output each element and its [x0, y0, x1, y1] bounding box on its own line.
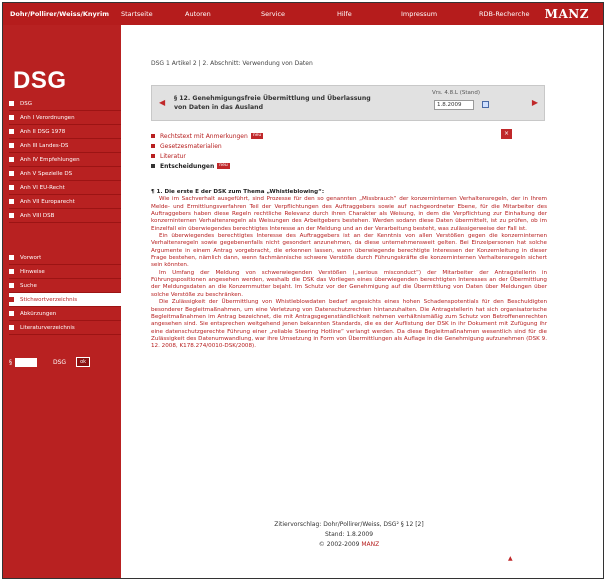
text-paragraph: Wie im Sachverhalt ausgeführt, sind Proz… [151, 196, 547, 232]
bullet-icon [9, 283, 14, 288]
paragraph-search: § DSG ok [9, 355, 117, 369]
bullet-icon [151, 144, 155, 148]
version-date-field[interactable]: 1.8.2009 [434, 100, 474, 110]
bullet-icon [9, 199, 14, 204]
sidebar-item-vorwort[interactable]: Vorwort [9, 251, 121, 265]
sidebar-item-anh-4[interactable]: Anh IV Empfehlungen [9, 153, 121, 167]
close-icon[interactable]: × [501, 129, 512, 139]
nav-hilfe[interactable]: Hilfe [337, 10, 352, 18]
link-entscheidungen[interactable]: Entscheidungen neu [151, 161, 263, 171]
citation-suggestion: Zitiervorschlag: Dohr/Pollirer/Weiss, DS… [274, 521, 424, 528]
link-gesetzesmaterialien[interactable]: Gesetzesmaterialien [151, 141, 263, 151]
new-badge: neu [217, 163, 230, 169]
sidebar-item-hinweise[interactable]: Hinweise [9, 265, 121, 279]
sidebar-item-anh-7[interactable]: Anh VII Europarecht [9, 195, 121, 209]
sidebar-title: DSG [13, 67, 67, 94]
bullet-icon [9, 311, 14, 316]
sidebar-item-anh-8[interactable]: Anh VIII DSB [9, 209, 121, 223]
sidebar-item-abkuerzungen[interactable]: Abkürzungen [9, 307, 121, 321]
paragraph-input[interactable] [15, 357, 37, 367]
sidebar-item-literaturverzeichnis[interactable]: Literaturverzeichnis [9, 321, 121, 335]
stand-date: Stand: 1.8.2009 [324, 531, 374, 538]
bullet-icon [9, 269, 14, 274]
paragraph-title: § 12. Genehmigungsfreie Übermittlung und… [174, 95, 371, 111]
bullet-icon [151, 134, 155, 138]
bullet-icon [9, 325, 14, 330]
bullet-icon [9, 213, 14, 218]
next-paragraph-icon[interactable]: ▶ [532, 98, 538, 107]
sidebar-item-anh-6[interactable]: Anh VI EU-Recht [9, 181, 121, 195]
bullet-icon [9, 143, 14, 148]
sidebar-item-anh-1[interactable]: Anh I Verordnungen [9, 111, 121, 125]
sidebar-item-anh-5[interactable]: Anh V Spezielle DS [9, 167, 121, 181]
top-navigation: Dohr/Pollirer/Weiss/Knyrim Startseite Au… [3, 3, 603, 25]
link-rechtstext[interactable]: Rechtstext mit Anmerkungen neu [151, 131, 264, 141]
nav-service[interactable]: Service [261, 10, 285, 18]
nav-autoren[interactable]: Autoren [185, 10, 211, 18]
calendar-icon[interactable] [482, 101, 489, 108]
section-links: Rechtstext mit Anmerkungen neu Gesetzesma… [151, 131, 264, 171]
version-label[interactable]: Vrs. 4.8.L (Stand) [432, 90, 480, 96]
copyright: © 2002-2009 MANZ [318, 541, 380, 548]
previous-paragraph-icon[interactable]: ◀ [159, 98, 165, 107]
bullet-icon [9, 101, 14, 106]
sidebar-menu-bottom: Vorwort Hinweise Suche Stichwortverzeich… [9, 251, 121, 335]
publisher-link[interactable]: MANZ [361, 541, 379, 548]
decision-text: ¶ 1. Die erste E der DSK zum Thema „Whis… [151, 189, 547, 351]
bullet-icon [9, 157, 14, 162]
bullet-icon [151, 164, 155, 168]
sidebar: DSG DSG Anh I Verordnungen Anh II DSG 19… [3, 25, 121, 578]
link-literatur[interactable]: Literatur [151, 151, 263, 161]
sidebar-item-anh-2[interactable]: Anh II DSG 1978 [9, 125, 121, 139]
search-law-label: DSG [53, 358, 67, 366]
nav-rdb-recherche[interactable]: RDB-Recherche [479, 10, 529, 18]
paragraph-header: ◀ § 12. Genehmigungsfreie Übermittlung u… [151, 85, 545, 121]
sidebar-menu-top: DSG Anh I Verordnungen Anh II DSG 1978 A… [9, 97, 121, 223]
bullet-icon [9, 255, 14, 260]
manz-logo[interactable]: MANZ [545, 7, 589, 21]
breadcrumb: DSG 1 Artikel 2 | 2. Abschnitt: Verwendu… [151, 60, 313, 67]
nav-startseite[interactable]: Startseite [121, 10, 153, 18]
search-go-button[interactable]: ok [76, 357, 91, 367]
up-arrow-icon[interactable]: ▲ [508, 555, 513, 562]
nav-impressum[interactable]: Impressum [401, 10, 437, 18]
bullet-icon [9, 129, 14, 134]
bullet-icon [151, 154, 155, 158]
bullet-icon [9, 297, 14, 302]
text-paragraph: Die Zulässigkeit der Übermittlung von Wh… [151, 299, 547, 350]
bullet-icon [9, 185, 14, 190]
text-paragraph: Ein überwiegendes berechtigtes Interesse… [151, 233, 547, 269]
bullet-icon [9, 115, 14, 120]
new-badge: neu [250, 133, 264, 139]
main-content: DSG 1 Artikel 2 | 2. Abschnitt: Verwendu… [121, 25, 603, 578]
bullet-icon [9, 171, 14, 176]
sidebar-item-stichwortverzeichnis[interactable]: Stichwortverzeichnis [9, 293, 121, 307]
page-footer: Zitiervorschlag: Dohr/Pollirer/Weiss, DS… [151, 520, 547, 550]
sidebar-item-dsg[interactable]: DSG [9, 97, 121, 111]
sidebar-item-anh-3[interactable]: Anh III Landes-DS [9, 139, 121, 153]
app-window: Dohr/Pollirer/Weiss/Knyrim Startseite Au… [2, 2, 604, 579]
sidebar-item-suche[interactable]: Suche [9, 279, 121, 293]
site-title[interactable]: Dohr/Pollirer/Weiss/Knyrim [3, 10, 119, 18]
text-paragraph: Im Umfang der Meldung von schwerwiegende… [151, 269, 547, 298]
decision-intro: ¶ 1. Die erste E der DSK zum Thema „Whis… [151, 189, 325, 195]
